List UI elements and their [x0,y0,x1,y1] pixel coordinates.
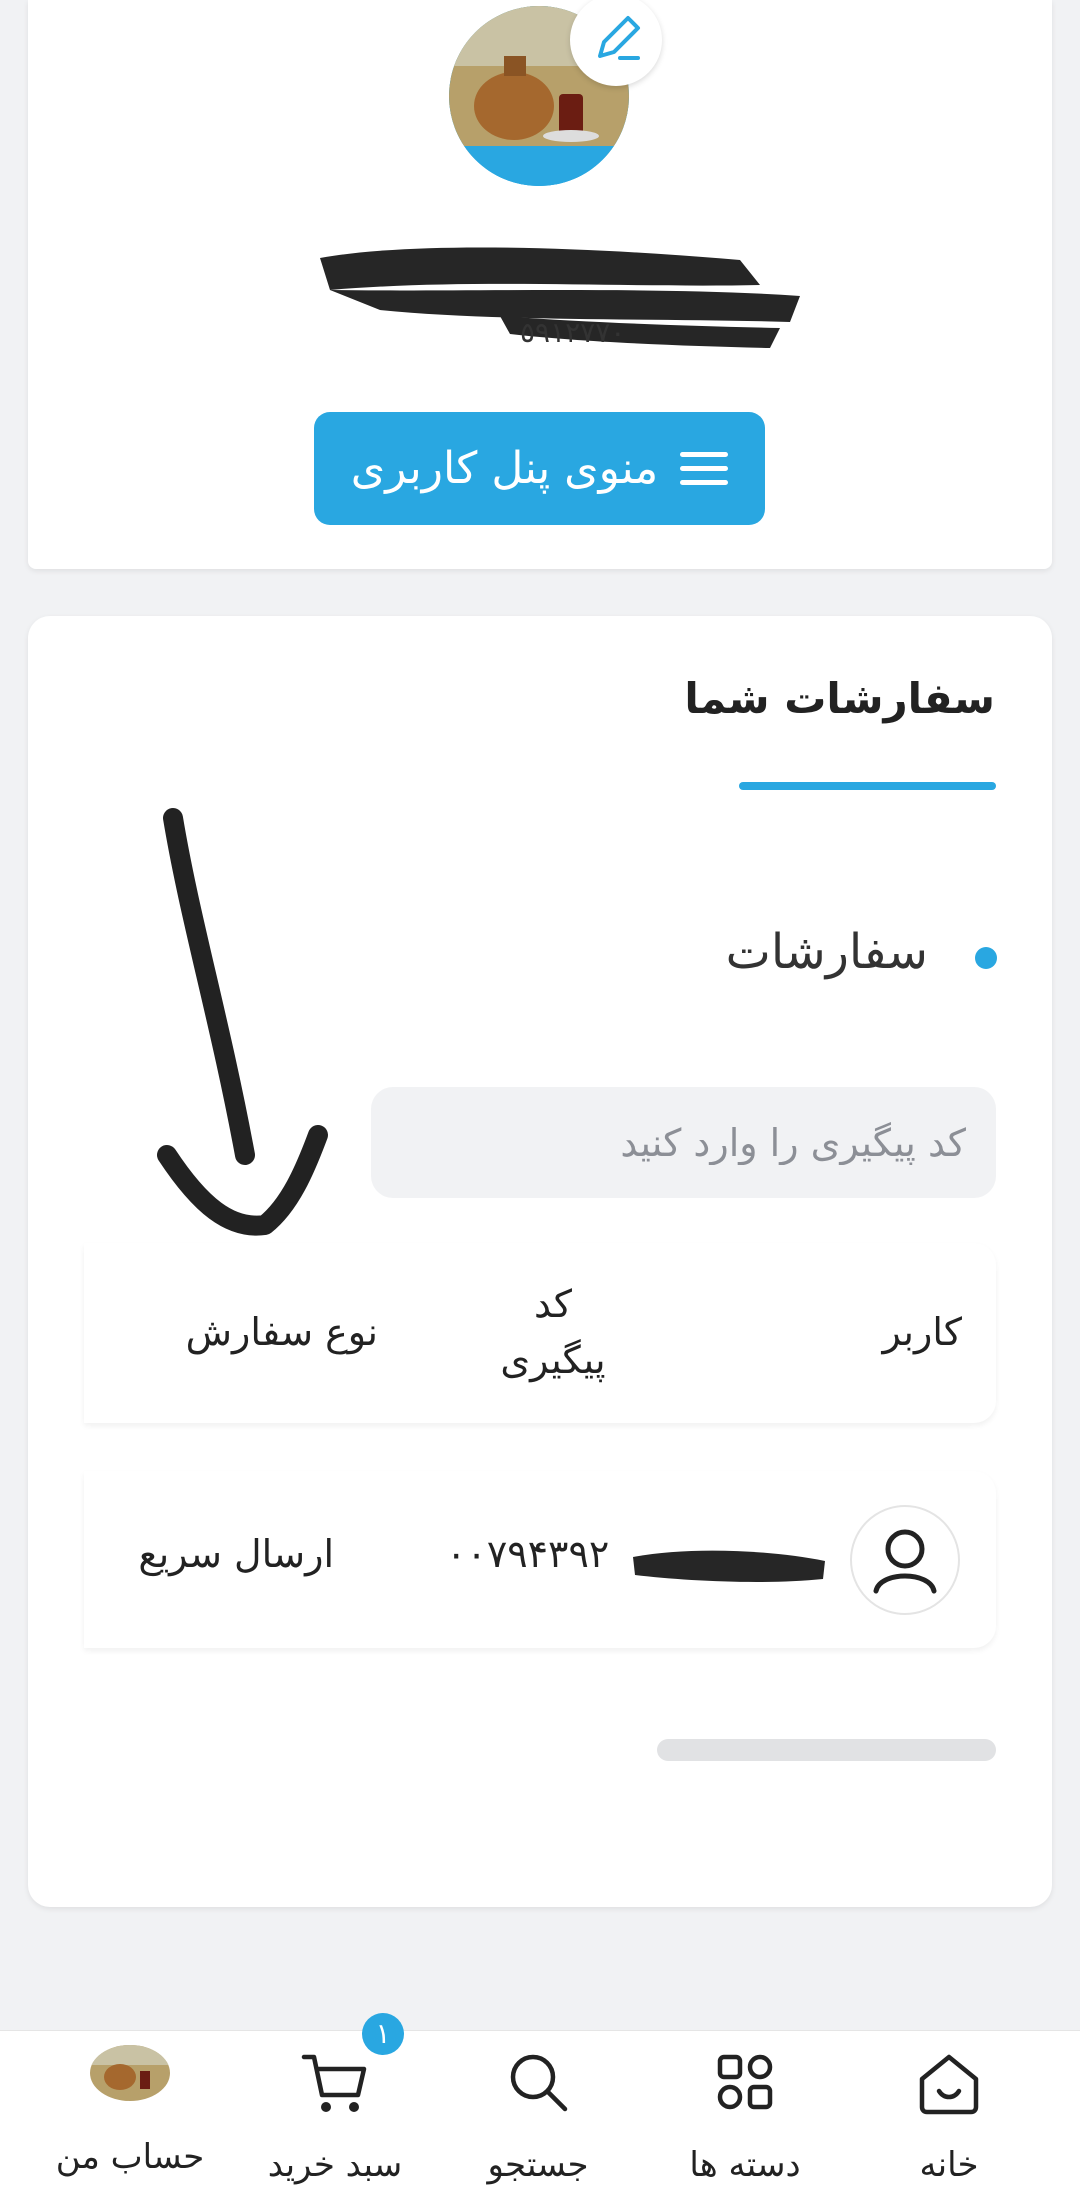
home-icon [919,2054,979,2115]
cart-icon [301,2054,367,2112]
user-avatar [850,1505,960,1615]
nav-label-search: جستجو [487,2145,589,2185]
order-type-cell: ارسال سریع [138,1532,334,1576]
cart-count-badge: ۱ [362,2013,404,2055]
hamburger-icon [680,443,729,494]
horizontal-scrollbar[interactable] [657,1739,996,1761]
tracking-code-search-input[interactable] [371,1087,996,1198]
user-panel-menu-label: منوی پنل کاربری [350,443,659,494]
account-avatar[interactable] [90,2045,170,2101]
redacted-user-info: ٥٩١٢٧٧٠ [320,247,800,349]
nav-label-categories: دسته ها [689,2145,801,2185]
nav-label-home: خانه [919,2145,979,2185]
nav-label-account: حساب من [55,2137,205,2177]
section-bullet [975,947,997,969]
nav-item-search[interactable]: جستجو [438,2031,638,2203]
column-header-user: کاربر [882,1310,962,1354]
redacted-user-name [633,1550,825,1582]
user-panel-menu-button[interactable]: منوی پنل کاربری [314,412,765,525]
pencil-icon [598,16,640,60]
edit-avatar-button[interactable] [570,0,662,86]
orders-section-label: سفارشات [725,924,928,980]
active-tab-underline [739,782,996,790]
categories-icon [717,2054,773,2110]
user-icon [873,1529,937,1594]
nav-item-categories[interactable]: دسته ها [645,2031,845,2203]
nav-item-cart[interactable]: سبد خرید [235,2031,435,2203]
svg-text:٥٩١٢٧٧٠: ٥٩١٢٧٧٠ [520,316,625,349]
nav-label-cart: سبد خرید [267,2145,403,2185]
search-icon [510,2054,568,2112]
orders-title: سفارشات شما [684,674,995,723]
column-header-order-type: نوع سفارش [185,1310,378,1354]
nav-item-home[interactable]: خانه [849,2031,1049,2203]
column-header-tracking-code: کد پیگیری [500,1282,606,1382]
drawn-arrow-annotation [157,808,328,1236]
tracking-code-cell: ۰۰۷۹۴۳۹۲ [446,1532,610,1576]
